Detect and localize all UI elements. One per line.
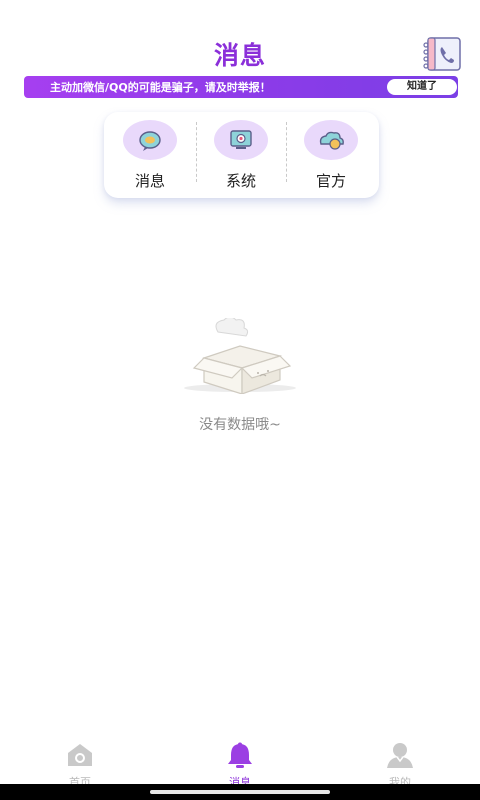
bottom-tab-bar: 首页 消息 我的 [0,736,480,790]
empty-box-icon [182,316,298,395]
contacts-book-icon[interactable] [422,37,462,72]
message-category-card: 消息 系统 官方 [104,112,379,198]
category-messages[interactable]: 消息 [110,120,190,192]
tab-home[interactable]: 首页 [40,742,120,789]
dismiss-notice-button[interactable]: 知道了 [387,79,457,95]
scam-warning-text: 主动加微信/QQ的可能是骗子，请及时举报！ [50,81,271,94]
category-official[interactable]: 官方 [291,120,371,192]
divider [286,122,287,182]
tab-messages[interactable]: 消息 [200,742,280,789]
category-label: 系统 [225,172,256,190]
home-indicator[interactable] [150,790,330,794]
category-label: 消息 [134,172,165,190]
official-cloud-icon [304,120,358,160]
page-title: 消息 [213,41,266,70]
divider [196,122,197,182]
profile-icon [386,742,414,768]
category-system[interactable]: 系统 [201,120,281,192]
category-label: 官方 [315,172,346,190]
header: 消息 [0,0,480,72]
home-icon [66,742,94,768]
tab-profile[interactable]: 我的 [360,742,440,789]
scam-warning-banner: 主动加微信/QQ的可能是骗子，请及时举报！ 知道了 [24,76,458,98]
chat-bubble-icon [123,120,177,160]
bell-icon [226,742,254,768]
empty-state-text: 没有数据哦~ [199,417,281,433]
system-monitor-icon [214,120,268,160]
